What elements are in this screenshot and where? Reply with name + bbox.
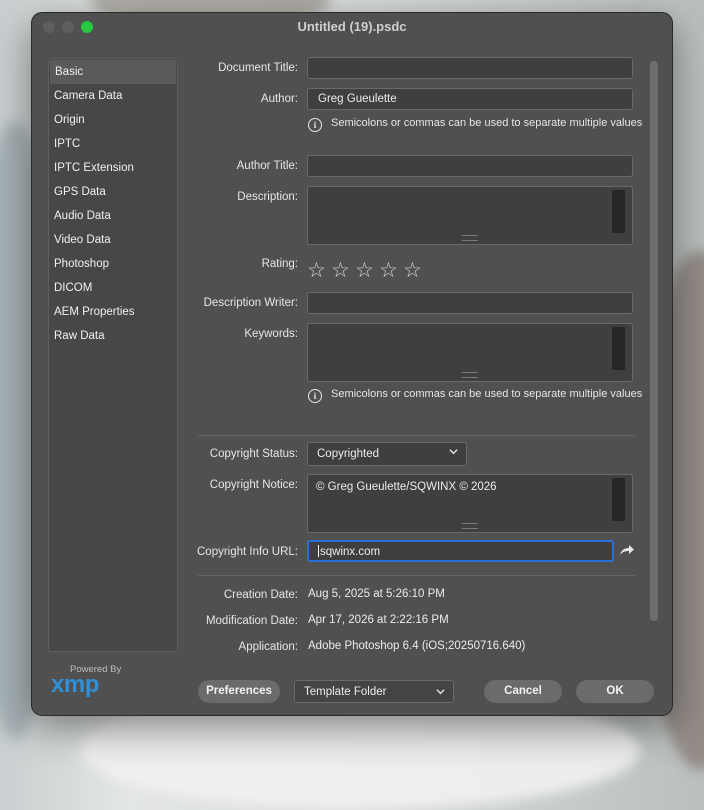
ok-button[interactable]: OK [576,680,654,703]
application-value: Adobe Photoshop 6.4 (iOS;20250716.640) [308,640,526,652]
file-info-dialog: Untitled (19).psdc Basic Camera Data Ori… [31,12,673,716]
author-title-label: Author Title: [236,160,298,172]
modification-date-label: Modification Date: [205,615,298,627]
scrollbar[interactable] [612,190,625,233]
star-icon[interactable]: ☆ [355,258,379,283]
copyright-notice-field[interactable]: © Greg Gueulette/SQWINX © 2026 [307,474,633,533]
star-icon[interactable]: ☆ [403,258,427,283]
copyright-status-label: Copyright Status: [209,448,298,460]
sidebar-item-origin[interactable]: Origin [49,108,177,132]
sidebar-item-raw-data[interactable]: Raw Data [49,324,177,348]
rating-label: Rating: [261,258,298,270]
copyright-url-label: Copyright Info URL: [197,546,298,558]
sidebar-item-iptc-extension[interactable]: IPTC Extension [49,156,177,180]
modification-date-value: Apr 17, 2026 at 2:22:16 PM [308,614,449,626]
keywords-hint-text: Semicolons or commas can be used to sepa… [331,388,643,400]
text-caret [318,545,319,557]
copyright-notice-text: © Greg Gueulette/SQWINX © 2026 [316,481,497,493]
divider [198,575,635,576]
form-scrollbar[interactable] [650,61,658,621]
keywords-label: Keywords: [244,328,298,340]
info-icon: i [308,389,322,403]
document-title-field[interactable] [307,57,633,79]
keywords-field[interactable] [307,323,633,382]
copyright-url-text: sqwinx.com [320,546,381,558]
author-hint-text: Semicolons or commas can be used to sepa… [331,117,643,129]
chevron-down-icon [449,449,458,455]
star-icon[interactable]: ☆ [379,258,403,283]
description-field[interactable] [307,186,633,245]
open-url-icon[interactable] [619,543,635,557]
description-label: Description: [237,191,298,203]
template-folder-label: Template Folder [304,686,387,698]
copyright-url-field[interactable]: sqwinx.com [307,540,614,562]
resize-handle[interactable] [462,523,478,529]
copyright-status-select[interactable]: Copyrighted [307,442,467,466]
window-title: Untitled (19).psdc [297,19,407,34]
resize-handle[interactable] [462,235,478,241]
category-sidebar: Basic Camera Data Origin IPTC IPTC Exten… [48,58,178,652]
application-label: Application: [238,641,298,653]
star-icon[interactable]: ☆ [307,258,331,283]
sidebar-item-iptc[interactable]: IPTC [49,132,177,156]
copyright-notice-label: Copyright Notice: [209,479,298,491]
star-icon[interactable]: ☆ [331,258,355,283]
sidebar-item-camera-data[interactable]: Camera Data [49,84,177,108]
description-writer-label: Description Writer: [203,297,298,309]
sidebar-item-video-data[interactable]: Video Data [49,228,177,252]
description-writer-field[interactable] [307,292,633,314]
sidebar-item-dicom[interactable]: DICOM [49,276,177,300]
sidebar-item-audio-data[interactable]: Audio Data [49,204,177,228]
cancel-button[interactable]: Cancel [484,680,562,703]
author-hint: i Semicolons or commas can be used to sep… [308,117,642,132]
document-title-label: Document Title: [218,62,298,74]
sidebar-item-aem-properties[interactable]: AEM Properties [49,300,177,324]
preferences-button[interactable]: Preferences [198,680,280,703]
sidebar-item-gps-data[interactable]: GPS Data [49,180,177,204]
scrollbar[interactable] [612,327,625,370]
author-title-field[interactable] [307,155,633,177]
info-icon: i [308,118,322,132]
sidebar-item-basic[interactable]: Basic [50,60,176,84]
author-field[interactable]: Greg Gueulette [307,88,633,110]
sidebar-item-photoshop[interactable]: Photoshop [49,252,177,276]
chevron-down-icon [436,689,445,695]
divider [198,435,635,436]
template-folder-select[interactable]: Template Folder [294,680,454,703]
scrollbar[interactable] [612,478,625,521]
xmp-logo: xmp [51,671,99,698]
resize-handle[interactable] [462,372,478,378]
author-label: Author: [260,93,298,105]
copyright-status-value: Copyrighted [317,448,380,460]
title-bar: Untitled (19).psdc [32,13,672,41]
creation-date-label: Creation Date: [223,589,298,601]
creation-date-value: Aug 5, 2025 at 5:26:10 PM [308,588,445,600]
rating-stars: ☆ ☆ ☆ ☆ ☆ [307,258,427,283]
keywords-hint: i Semicolons or commas can be used to sep… [308,388,642,403]
